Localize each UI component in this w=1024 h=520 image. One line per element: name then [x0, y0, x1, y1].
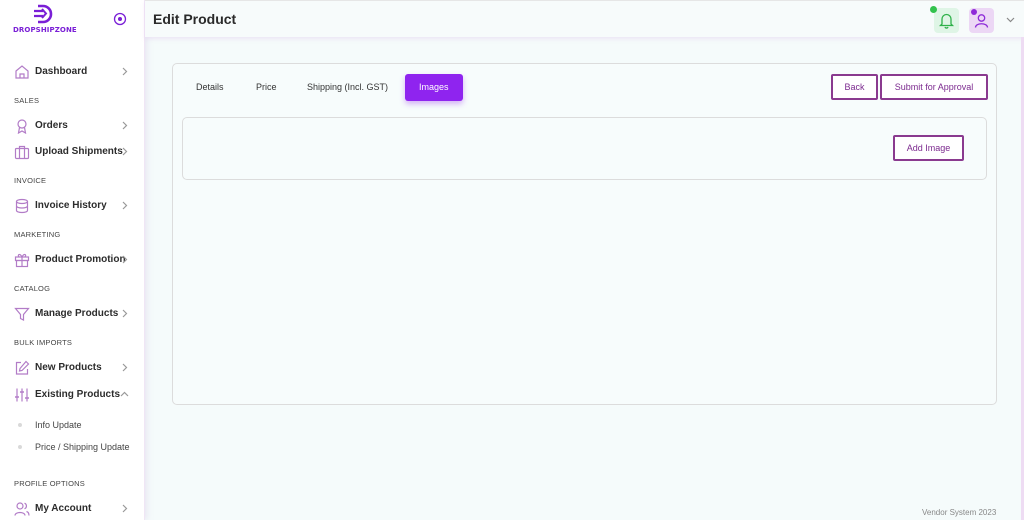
sidebar-item-existing-products[interactable]: Existing Products	[0, 385, 144, 405]
tab-images[interactable]: Images	[405, 74, 463, 101]
chevron-right-icon	[122, 201, 128, 210]
sidebar-item-label: Dashboard	[35, 66, 88, 77]
sidebar-item-orders[interactable]: Orders	[0, 116, 144, 136]
sidebar-item-label: Invoice History	[35, 200, 107, 211]
back-button[interactable]: Back	[831, 74, 878, 100]
footer-text: Vendor System 2023	[922, 508, 997, 517]
bullet-dot	[18, 445, 22, 449]
briefcase-icon	[14, 145, 30, 160]
chevron-right-icon	[122, 255, 128, 264]
sidebar-item-invoice-history[interactable]: Invoice History	[0, 196, 144, 216]
brand-logo[interactable]: DROPSHIPZONE	[12, 4, 92, 36]
sidebar-subitem-info-update[interactable]: Info Update	[0, 417, 144, 433]
section-label-profile-options: PROFILE OPTIONS	[14, 479, 85, 488]
chevron-right-icon	[122, 363, 128, 372]
chevron-right-icon	[122, 147, 128, 156]
notification-indicator-dot	[930, 6, 937, 13]
product-edit-card: Details Price Shipping (Incl. GST) Image…	[172, 63, 997, 405]
sidebar-item-manage-products[interactable]: Manage Products	[0, 304, 144, 324]
tab-shipping[interactable]: Shipping (Incl. GST)	[307, 74, 388, 101]
brand-name: DROPSHIPZONE	[13, 26, 77, 34]
section-label-invoice: INVOICE	[14, 176, 47, 185]
tab-price[interactable]: Price	[256, 74, 277, 101]
top-bar: Edit Product	[145, 0, 1024, 37]
target-circle-icon	[113, 12, 127, 26]
chevron-down-icon[interactable]	[1006, 15, 1015, 24]
sidebar-item-label: New Products	[35, 362, 102, 373]
sidebar-subitem-label: Price / Shipping Update	[35, 442, 130, 452]
chevron-right-icon	[122, 67, 128, 76]
tab-details[interactable]: Details	[196, 74, 224, 101]
sidebar-item-product-promotion[interactable]: Product Promotion	[0, 250, 144, 270]
sidebar-item-label: Upload Shipments	[35, 146, 123, 157]
bell-icon	[938, 13, 955, 29]
section-label-catalog: CATALOG	[14, 284, 51, 293]
home-icon	[15, 65, 29, 79]
logo-mark-icon	[34, 4, 53, 24]
section-label-sales: SALES	[14, 96, 40, 105]
chevron-right-icon	[122, 121, 128, 130]
chevron-right-icon	[122, 309, 128, 318]
sidebar-subitem-label: Info Update	[35, 420, 82, 430]
gift-icon	[14, 253, 30, 268]
filter-icon	[14, 307, 30, 321]
sidebar-item-dashboard[interactable]: Dashboard	[0, 62, 144, 82]
notifications-button[interactable]	[934, 8, 959, 33]
sidebar-item-my-account[interactable]: My Account	[0, 499, 144, 519]
sidebar: DROPSHIPZONE Dashboard SALES Orders Uplo…	[0, 0, 145, 520]
sidebar-item-label: My Account	[35, 503, 92, 514]
sidebar-item-upload-shipments[interactable]: Upload Shipments	[0, 142, 144, 162]
sidebar-item-label: Product Promotion	[35, 254, 126, 265]
add-image-button[interactable]: Add Image	[893, 135, 964, 161]
section-label-bulk-imports: BULK IMPORTS	[14, 338, 73, 347]
chevron-right-icon	[122, 504, 128, 513]
database-icon	[15, 198, 29, 214]
sidebar-item-label: Existing Products	[35, 389, 121, 400]
page-title: Edit Product	[153, 11, 237, 27]
users-icon	[14, 502, 30, 516]
sidebar-item-new-products[interactable]: New Products	[0, 358, 144, 378]
award-icon	[17, 119, 27, 134]
images-panel: Add Image	[182, 117, 987, 180]
chevron-up-icon	[120, 391, 129, 397]
sidebar-toggle-button[interactable]	[113, 12, 127, 26]
submit-for-approval-button[interactable]: Submit for Approval	[880, 74, 988, 100]
edit-icon	[15, 360, 30, 375]
sidebar-subitem-price-shipping-update[interactable]: Price / Shipping Update	[0, 439, 144, 455]
section-label-marketing: MARKETING	[14, 230, 61, 239]
bullet-dot	[18, 423, 22, 427]
sidebar-item-label: Manage Products	[35, 308, 119, 319]
user-status-dot	[971, 9, 977, 15]
sliders-icon	[15, 388, 29, 402]
sidebar-item-label: Orders	[35, 120, 68, 131]
